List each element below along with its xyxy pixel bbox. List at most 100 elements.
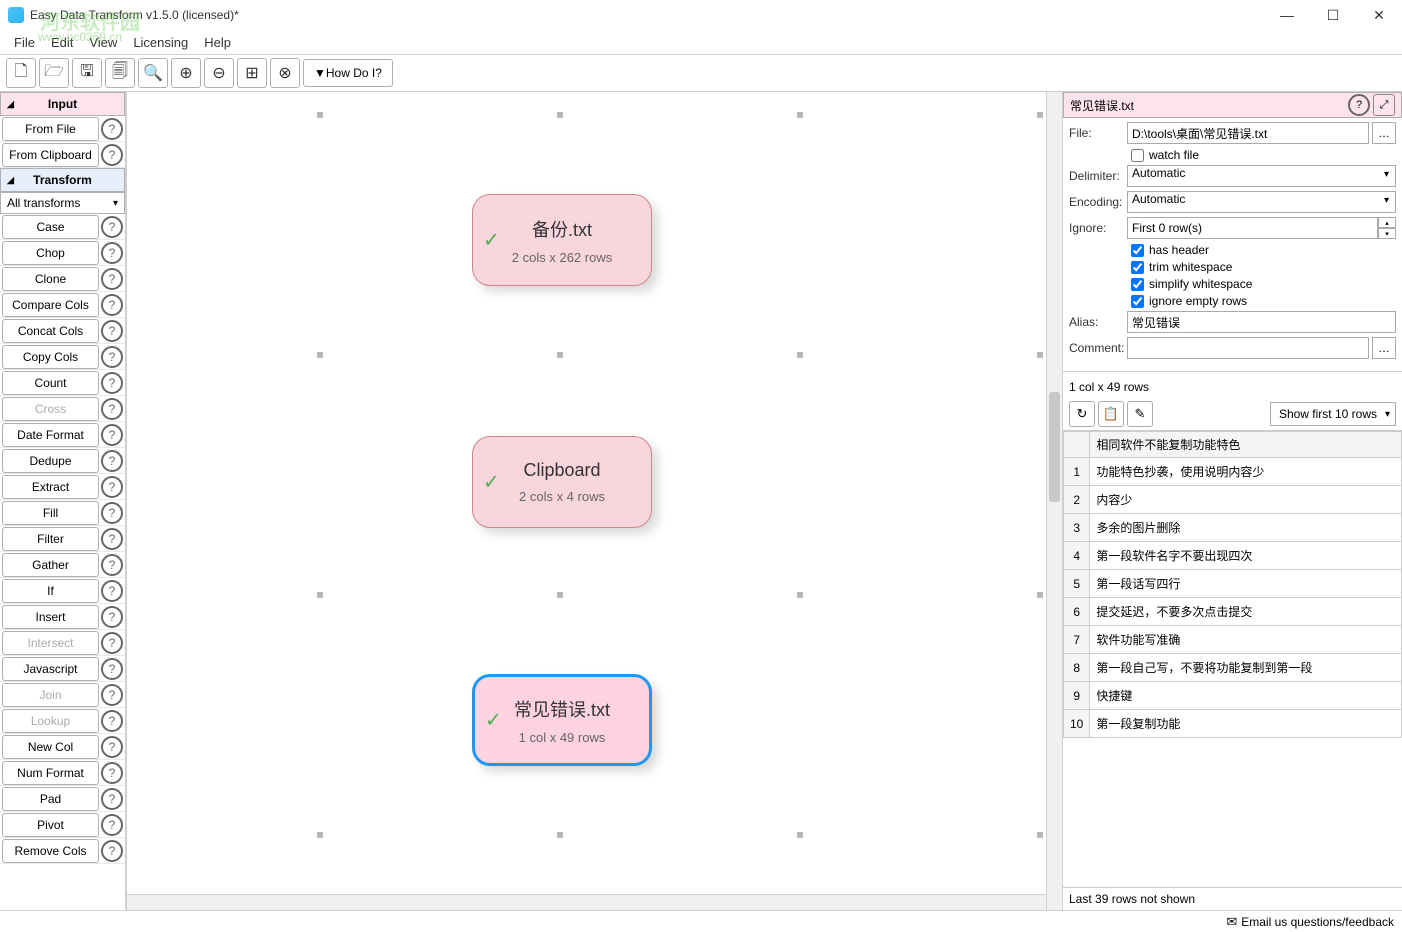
- table-cell[interactable]: 第一段自己写，不要将功能复制到第一段: [1090, 654, 1402, 682]
- help-icon[interactable]: ?: [101, 554, 123, 576]
- checkbox-simplify-whitespace[interactable]: [1131, 278, 1144, 291]
- file-input[interactable]: [1127, 122, 1369, 144]
- zoom-icon[interactable]: 🔍: [138, 58, 168, 88]
- edit-icon[interactable]: ✎: [1127, 401, 1153, 427]
- help-icon[interactable]: ?: [101, 424, 123, 446]
- table-cell[interactable]: 提交延迟，不要多次点击提交: [1090, 598, 1402, 626]
- transform-pad[interactable]: Pad: [2, 787, 99, 811]
- node[interactable]: ✓常见错误.txt1 col x 49 rows: [472, 674, 652, 766]
- comment-more-button[interactable]: …: [1372, 337, 1396, 359]
- input-from-file[interactable]: From File: [2, 117, 99, 141]
- feedback-link[interactable]: Email us questions/feedback: [1241, 915, 1394, 929]
- transform-extract[interactable]: Extract: [2, 475, 99, 499]
- help-icon[interactable]: ?: [101, 346, 123, 368]
- input-section-header[interactable]: ◢Input: [0, 92, 125, 116]
- help-icon[interactable]: ?: [101, 684, 123, 706]
- grid-icon[interactable]: ⊞: [237, 58, 267, 88]
- canvas-scrollbar-vertical[interactable]: [1046, 92, 1062, 910]
- close-button[interactable]: ✕: [1356, 0, 1402, 30]
- help-icon[interactable]: ?: [101, 476, 123, 498]
- help-icon[interactable]: ?: [101, 528, 123, 550]
- save-icon[interactable]: 🖫: [72, 58, 102, 88]
- mail-icon[interactable]: ✉: [1226, 914, 1237, 930]
- transform-new-col[interactable]: New Col: [2, 735, 99, 759]
- menu-help[interactable]: Help: [196, 33, 239, 52]
- help-icon[interactable]: ?: [101, 372, 123, 394]
- transform-section-header[interactable]: ◢Transform: [0, 168, 125, 192]
- canvas[interactable]: ✓备份.txt2 cols x 262 rows ✓Clipboard2 cols…: [126, 92, 1062, 910]
- ignore-rows-input[interactable]: First 0 row(s): [1127, 217, 1378, 239]
- transform-copy-cols[interactable]: Copy Cols: [2, 345, 99, 369]
- all-transforms-dropdown[interactable]: All transforms: [0, 192, 125, 214]
- alias-input[interactable]: [1127, 311, 1396, 333]
- transform-pivot[interactable]: Pivot: [2, 813, 99, 837]
- help-icon[interactable]: ?: [101, 840, 123, 862]
- file-browse-button[interactable]: …: [1372, 122, 1396, 144]
- help-icon[interactable]: ?: [101, 632, 123, 654]
- table-cell[interactable]: 快捷键: [1090, 682, 1402, 710]
- encoding-select[interactable]: Automatic: [1127, 191, 1396, 213]
- spin-down[interactable]: ▾: [1378, 228, 1396, 239]
- transform-intersect[interactable]: Intersect: [2, 631, 99, 655]
- transform-if[interactable]: If: [2, 579, 99, 603]
- help-icon[interactable]: ?: [101, 320, 123, 342]
- transform-lookup[interactable]: Lookup: [2, 709, 99, 733]
- menu-edit[interactable]: Edit: [43, 33, 81, 52]
- node[interactable]: ✓Clipboard2 cols x 4 rows: [472, 436, 652, 528]
- help-icon[interactable]: ?: [101, 606, 123, 628]
- scrollbar-thumb[interactable]: [1049, 392, 1060, 502]
- transform-concat-cols[interactable]: Concat Cols: [2, 319, 99, 343]
- expand-icon[interactable]: ⤢: [1373, 94, 1395, 116]
- transform-javascript[interactable]: Javascript: [2, 657, 99, 681]
- transform-case[interactable]: Case: [2, 215, 99, 239]
- help-icon[interactable]: ?: [101, 144, 123, 166]
- zoom-out-icon[interactable]: ⊖: [204, 58, 234, 88]
- help-icon[interactable]: ?: [101, 762, 123, 784]
- zoom-in-icon[interactable]: ⊕: [171, 58, 201, 88]
- transform-count[interactable]: Count: [2, 371, 99, 395]
- help-icon[interactable]: ?: [101, 710, 123, 732]
- watch-file-checkbox[interactable]: [1131, 149, 1144, 162]
- transform-dedupe[interactable]: Dedupe: [2, 449, 99, 473]
- help-icon[interactable]: ?: [101, 450, 123, 472]
- table-cell[interactable]: 第一段复制功能: [1090, 710, 1402, 738]
- clipboard-icon[interactable]: 📋: [1098, 401, 1124, 427]
- help-icon[interactable]: ?: [101, 216, 123, 238]
- new-file-icon[interactable]: 🗋: [6, 58, 36, 88]
- transform-date-format[interactable]: Date Format: [2, 423, 99, 447]
- canvas-scrollbar-horizontal[interactable]: [127, 894, 1046, 910]
- checkbox-has-header[interactable]: [1131, 244, 1144, 257]
- table-cell[interactable]: 功能特色抄袭，使用说明内容少: [1090, 458, 1402, 486]
- open-file-icon[interactable]: 🗁: [39, 58, 69, 88]
- help-icon[interactable]: ?: [1348, 94, 1370, 116]
- transform-filter[interactable]: Filter: [2, 527, 99, 551]
- help-icon[interactable]: ?: [101, 294, 123, 316]
- table-cell[interactable]: 第一段软件名字不要出现四次: [1090, 542, 1402, 570]
- input-from-clipboard[interactable]: From Clipboard: [2, 143, 99, 167]
- delimiter-select[interactable]: Automatic: [1127, 165, 1396, 187]
- help-icon[interactable]: ?: [101, 580, 123, 602]
- help-icon[interactable]: ?: [101, 268, 123, 290]
- maximize-button[interactable]: ☐: [1310, 0, 1356, 30]
- help-icon[interactable]: ?: [101, 658, 123, 680]
- refresh-icon[interactable]: ↻: [1069, 401, 1095, 427]
- transform-num-format[interactable]: Num Format: [2, 761, 99, 785]
- transform-remove-cols[interactable]: Remove Cols: [2, 839, 99, 863]
- transform-cross[interactable]: Cross: [2, 397, 99, 421]
- transform-clone[interactable]: Clone: [2, 267, 99, 291]
- minimize-button[interactable]: —: [1264, 0, 1310, 30]
- node[interactable]: ✓备份.txt2 cols x 262 rows: [472, 194, 652, 286]
- cancel-icon[interactable]: ⊗: [270, 58, 300, 88]
- show-rows-dropdown[interactable]: Show first 10 rows: [1270, 402, 1396, 426]
- help-icon[interactable]: ?: [101, 736, 123, 758]
- help-icon[interactable]: ?: [101, 788, 123, 810]
- menu-view[interactable]: View: [81, 33, 125, 52]
- menu-file[interactable]: File: [6, 33, 43, 52]
- table-cell[interactable]: 内容少: [1090, 486, 1402, 514]
- help-icon[interactable]: ?: [101, 502, 123, 524]
- transform-join[interactable]: Join: [2, 683, 99, 707]
- menu-licensing[interactable]: Licensing: [125, 33, 196, 52]
- spin-up[interactable]: ▴: [1378, 217, 1396, 228]
- transform-insert[interactable]: Insert: [2, 605, 99, 629]
- checkbox-ignore-empty-rows[interactable]: [1131, 295, 1144, 308]
